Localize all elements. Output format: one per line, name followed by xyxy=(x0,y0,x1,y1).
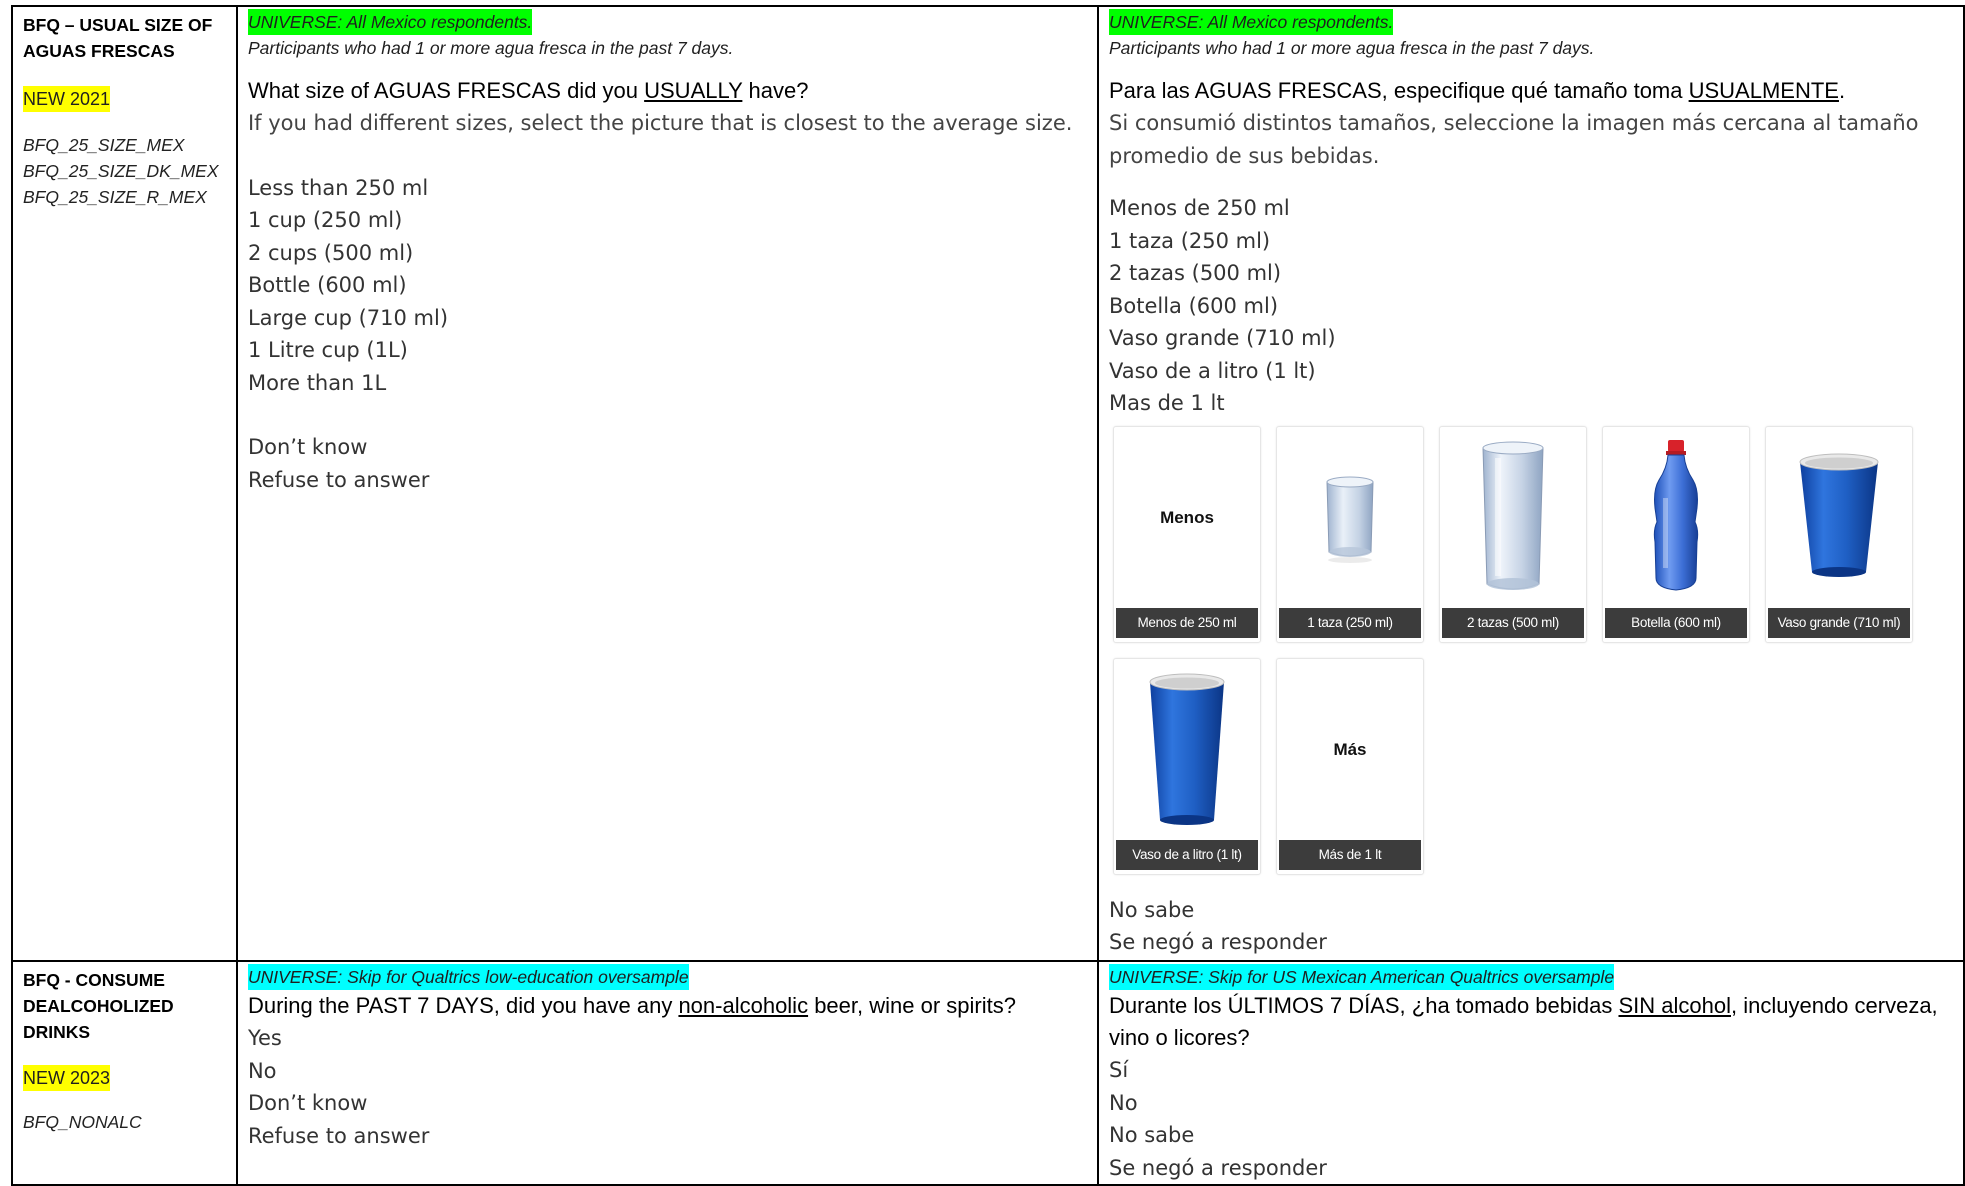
answer-option[interactable]: No xyxy=(1109,1087,1953,1120)
section-title: BFQ – USUAL SIZE OF AGUAS FRESCAS xyxy=(23,15,213,61)
question-text: Para las AGUAS FRESCAS, especifique qué … xyxy=(1108,78,1846,103)
size-caption: Botella (600 ml) xyxy=(1604,607,1747,638)
answer-options: Menos de 250 ml 1 taza (250 ml) 2 tazas … xyxy=(1109,192,1953,420)
spanish-cell: UNIVERSE: Skip for US Mexican American Q… xyxy=(1096,960,1965,1186)
answer-option[interactable]: Botella (600 ml) xyxy=(1109,290,1953,323)
answer-option[interactable]: No sabe xyxy=(1109,894,1953,927)
english-cell: UNIVERSE: Skip for Qualtrics low-educati… xyxy=(235,960,1099,1186)
size-caption: Menos de 250 ml xyxy=(1115,607,1258,638)
universe-note: UNIVERSE: Skip for US Mexican American Q… xyxy=(1108,964,1615,990)
question-text: What size of AGUAS FRESCAS did you USUAL… xyxy=(247,78,809,103)
tall-clear-glass-icon xyxy=(1440,433,1586,603)
answer-option[interactable]: Mas de 1 lt xyxy=(1109,387,1953,420)
english-cell: UNIVERSE: All Mexico respondents. Partic… xyxy=(235,5,1099,962)
answer-option[interactable]: Don’t know xyxy=(248,431,1087,464)
variable-name: BFQ_25_SIZE_MEX xyxy=(23,135,185,155)
size-image: Más xyxy=(1277,665,1423,835)
answer-option[interactable]: Se negó a responder xyxy=(1109,1152,1953,1184)
answer-option[interactable]: 2 tazas (500 ml) xyxy=(1109,257,1953,290)
mas-label: Más xyxy=(1333,739,1367,759)
section-cell: BFQ – USUAL SIZE OF AGUAS FRESCAS NEW 20… xyxy=(11,5,238,962)
participants-note: Participants who had 1 or more agua fres… xyxy=(1108,38,1595,58)
tall-blue-cup-icon xyxy=(1114,665,1260,835)
spanish-cell: UNIVERSE: All Mexico respondents. Partic… xyxy=(1096,5,1965,962)
new-badge: NEW 2021 xyxy=(23,86,111,112)
size-card[interactable]: 2 tazas (500 ml) xyxy=(1438,425,1587,643)
answer-option[interactable]: No sabe xyxy=(1109,1119,1953,1152)
size-card[interactable]: Menos Menos de 250 ml xyxy=(1112,425,1261,643)
size-caption: 2 tazas (500 ml) xyxy=(1441,607,1584,638)
instruction-text: Si consumió distintos tamaños, seleccion… xyxy=(1108,111,1919,168)
size-picture-grid: Menos Menos de 250 ml 1 taza (250 ml) 2 … xyxy=(1112,425,1953,890)
answer-option[interactable]: No xyxy=(248,1055,1087,1088)
questionnaire-table: BFQ – USUAL SIZE OF AGUAS FRESCAS NEW 20… xyxy=(11,5,1965,1186)
size-card[interactable]: 1 taza (250 ml) xyxy=(1275,425,1424,643)
answer-option[interactable]: Menos de 250 ml xyxy=(1109,192,1953,225)
size-caption: Vaso grande (710 ml) xyxy=(1767,607,1910,638)
answer-option[interactable]: Se negó a responder xyxy=(1109,926,1953,959)
size-card[interactable]: Más Más de 1 lt xyxy=(1275,657,1424,875)
menos-label: Menos xyxy=(1160,507,1214,527)
universe-note: UNIVERSE: All Mexico respondents. xyxy=(247,9,533,35)
variable-list: BFQ_NONALC xyxy=(23,1109,226,1135)
section-cell: BFQ - CONSUME DEALCOHOLIZED DRINKS NEW 2… xyxy=(11,960,238,1186)
answer-option[interactable]: 2 cups (500 ml) xyxy=(248,237,1087,270)
size-image: Menos xyxy=(1114,433,1260,603)
answer-option[interactable]: 1 cup (250 ml) xyxy=(248,204,1087,237)
answer-option[interactable]: Large cup (710 ml) xyxy=(248,302,1087,335)
blue-cup-icon xyxy=(1766,433,1912,603)
answer-option[interactable]: Refuse to answer xyxy=(248,464,1087,497)
variable-name: BFQ_25_SIZE_DK_MEX xyxy=(23,161,219,181)
universe-note: UNIVERSE: Skip for Qualtrics low-educati… xyxy=(247,964,689,990)
size-card[interactable]: Vaso de a litro (1 lt) xyxy=(1112,657,1261,875)
answer-option[interactable]: 1 taza (250 ml) xyxy=(1109,225,1953,258)
answer-option[interactable]: Vaso de a litro (1 lt) xyxy=(1109,355,1953,388)
answer-options: Yes No Don’t know Refuse to answer xyxy=(248,1022,1087,1152)
answer-option[interactable]: 1 Litre cup (1L) xyxy=(248,334,1087,367)
variable-name: BFQ_NONALC xyxy=(23,1112,142,1132)
answer-option[interactable]: Less than 250 ml xyxy=(248,172,1087,205)
answer-option[interactable]: More than 1L xyxy=(248,367,1087,400)
answer-options: Sí No No sabe Se negó a responder xyxy=(1109,1054,1953,1184)
answer-option[interactable]: Vaso grande (710 ml) xyxy=(1109,322,1953,355)
participants-note: Participants who had 1 or more agua fres… xyxy=(247,38,734,58)
variable-list: BFQ_25_SIZE_MEX BFQ_25_SIZE_DK_MEX BFQ_2… xyxy=(23,132,226,210)
section-title: BFQ - CONSUME DEALCOHOLIZED DRINKS xyxy=(23,970,174,1042)
plastic-bottle-icon xyxy=(1603,433,1749,603)
size-card[interactable]: Botella (600 ml) xyxy=(1601,425,1750,643)
universe-note: UNIVERSE: All Mexico respondents. xyxy=(1108,9,1394,35)
table-row: BFQ – USUAL SIZE OF AGUAS FRESCAS NEW 20… xyxy=(11,5,1965,962)
instruction-text: If you had different sizes, select the p… xyxy=(247,111,1073,135)
answer-options: No sabe Se negó a responder xyxy=(1109,894,1953,959)
size-caption: Más de 1 lt xyxy=(1278,839,1421,870)
new-badge: NEW 2023 xyxy=(23,1065,111,1091)
size-card[interactable]: Vaso grande (710 ml) xyxy=(1764,425,1913,643)
size-caption: Vaso de a litro (1 lt) xyxy=(1115,839,1258,870)
small-clear-glass-icon xyxy=(1277,433,1423,603)
size-caption: 1 taza (250 ml) xyxy=(1278,607,1421,638)
table-row: BFQ - CONSUME DEALCOHOLIZED DRINKS NEW 2… xyxy=(11,960,1965,1186)
answer-option[interactable]: Sí xyxy=(1109,1054,1953,1087)
answer-option[interactable]: Bottle (600 ml) xyxy=(248,269,1087,302)
answer-option[interactable]: Yes xyxy=(248,1022,1087,1055)
question-text: During the PAST 7 DAYS, did you have any… xyxy=(247,993,1016,1018)
variable-name: BFQ_25_SIZE_R_MEX xyxy=(23,187,207,207)
answer-options: Less than 250 ml 1 cup (250 ml) 2 cups (… xyxy=(248,172,1087,497)
answer-option[interactable]: Refuse to answer xyxy=(248,1120,1087,1153)
answer-option[interactable]: Don’t know xyxy=(248,1087,1087,1120)
question-text: Durante los ÚLTIMOS 7 DÍAS, ¿ha tomado b… xyxy=(1108,993,1938,1050)
